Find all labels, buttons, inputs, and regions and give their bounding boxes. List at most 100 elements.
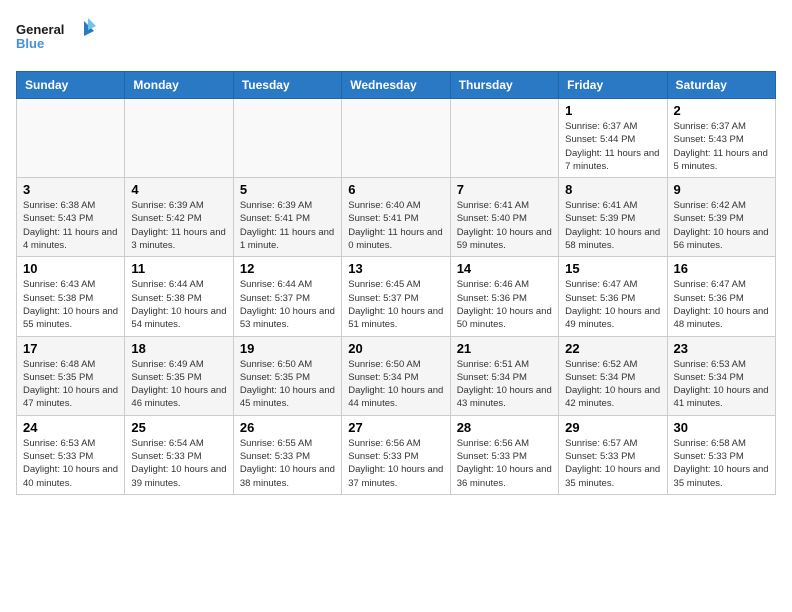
day-info: Sunrise: 6:50 AM Sunset: 5:35 PM Dayligh… (240, 358, 335, 411)
calendar-cell: 9 Sunrise: 6:42 AM Sunset: 5:39 PM Daylig… (667, 178, 775, 257)
day-info: Sunrise: 6:50 AM Sunset: 5:34 PM Dayligh… (348, 358, 443, 411)
day-info: Sunrise: 6:39 AM Sunset: 5:41 PM Dayligh… (240, 199, 335, 252)
calendar-cell: 29 Sunrise: 6:57 AM Sunset: 5:33 PM Dayli… (559, 415, 667, 494)
day-number: 26 (240, 420, 335, 435)
calendar-cell: 10 Sunrise: 6:43 AM Sunset: 5:38 PM Dayli… (17, 257, 125, 336)
day-number: 22 (565, 341, 660, 356)
day-info: Sunrise: 6:58 AM Sunset: 5:33 PM Dayligh… (674, 437, 769, 490)
calendar-cell: 5 Sunrise: 6:39 AM Sunset: 5:41 PM Daylig… (233, 178, 341, 257)
logo: General Blue (16, 16, 96, 61)
day-info: Sunrise: 6:47 AM Sunset: 5:36 PM Dayligh… (674, 278, 769, 331)
calendar-cell: 15 Sunrise: 6:47 AM Sunset: 5:36 PM Dayli… (559, 257, 667, 336)
logo-svg: General Blue (16, 16, 96, 61)
calendar-cell: 22 Sunrise: 6:52 AM Sunset: 5:34 PM Dayli… (559, 336, 667, 415)
calendar-cell: 17 Sunrise: 6:48 AM Sunset: 5:35 PM Dayli… (17, 336, 125, 415)
calendar-cell: 21Sunrise: 6:51 AM Sunset: 5:34 PM Dayli… (450, 336, 558, 415)
calendar-week-1: 3Sunrise: 6:38 AM Sunset: 5:43 PM Daylig… (17, 178, 776, 257)
day-number: 24 (23, 420, 118, 435)
calendar-week-3: 17 Sunrise: 6:48 AM Sunset: 5:35 PM Dayli… (17, 336, 776, 415)
day-info: Sunrise: 6:53 AM Sunset: 5:34 PM Dayligh… (674, 358, 769, 411)
day-number: 19 (240, 341, 335, 356)
day-info: Sunrise: 6:43 AM Sunset: 5:38 PM Dayligh… (23, 278, 118, 331)
day-info: Sunrise: 6:56 AM Sunset: 5:33 PM Dayligh… (348, 437, 443, 490)
calendar-cell: 6Sunrise: 6:40 AM Sunset: 5:41 PM Daylig… (342, 178, 450, 257)
calendar-header-row: SundayMondayTuesdayWednesdayThursdayFrid… (17, 72, 776, 99)
day-info: Sunrise: 6:38 AM Sunset: 5:43 PM Dayligh… (23, 199, 118, 252)
day-info: Sunrise: 6:41 AM Sunset: 5:40 PM Dayligh… (457, 199, 552, 252)
day-number: 13 (348, 261, 443, 276)
day-info: Sunrise: 6:53 AM Sunset: 5:33 PM Dayligh… (23, 437, 118, 490)
page-header: General Blue (16, 16, 776, 61)
day-info: Sunrise: 6:55 AM Sunset: 5:33 PM Dayligh… (240, 437, 335, 490)
calendar-cell: 3Sunrise: 6:38 AM Sunset: 5:43 PM Daylig… (17, 178, 125, 257)
calendar-week-4: 24 Sunrise: 6:53 AM Sunset: 5:33 PM Dayli… (17, 415, 776, 494)
day-info: Sunrise: 6:42 AM Sunset: 5:39 PM Dayligh… (674, 199, 769, 252)
day-info: Sunrise: 6:51 AM Sunset: 5:34 PM Dayligh… (457, 358, 552, 411)
day-number: 6 (348, 182, 443, 197)
calendar-cell: 23 Sunrise: 6:53 AM Sunset: 5:34 PM Dayli… (667, 336, 775, 415)
calendar-cell: 24 Sunrise: 6:53 AM Sunset: 5:33 PM Dayli… (17, 415, 125, 494)
day-number: 5 (240, 182, 335, 197)
day-info: Sunrise: 6:57 AM Sunset: 5:33 PM Dayligh… (565, 437, 660, 490)
calendar-table: SundayMondayTuesdayWednesdayThursdayFrid… (16, 71, 776, 495)
calendar-cell (233, 99, 341, 178)
day-header-tuesday: Tuesday (233, 72, 341, 99)
calendar-week-2: 10 Sunrise: 6:43 AM Sunset: 5:38 PM Dayli… (17, 257, 776, 336)
calendar-cell: 25 Sunrise: 6:54 AM Sunset: 5:33 PM Dayli… (125, 415, 233, 494)
calendar-cell: 30 Sunrise: 6:58 AM Sunset: 5:33 PM Dayli… (667, 415, 775, 494)
day-number: 12 (240, 261, 335, 276)
day-info: Sunrise: 6:44 AM Sunset: 5:38 PM Dayligh… (131, 278, 226, 331)
day-number: 20 (348, 341, 443, 356)
day-number: 25 (131, 420, 226, 435)
day-info: Sunrise: 6:48 AM Sunset: 5:35 PM Dayligh… (23, 358, 118, 411)
day-header-wednesday: Wednesday (342, 72, 450, 99)
day-number: 11 (131, 261, 226, 276)
calendar-cell: 12 Sunrise: 6:44 AM Sunset: 5:37 PM Dayli… (233, 257, 341, 336)
day-number: 16 (674, 261, 769, 276)
day-number: 2 (674, 103, 769, 118)
day-number: 4 (131, 182, 226, 197)
day-info: Sunrise: 6:44 AM Sunset: 5:37 PM Dayligh… (240, 278, 335, 331)
calendar-cell (17, 99, 125, 178)
day-info: Sunrise: 6:45 AM Sunset: 5:37 PM Dayligh… (348, 278, 443, 331)
day-number: 17 (23, 341, 118, 356)
day-number: 27 (348, 420, 443, 435)
day-number: 30 (674, 420, 769, 435)
calendar-cell: 7 Sunrise: 6:41 AM Sunset: 5:40 PM Daylig… (450, 178, 558, 257)
day-number: 1 (565, 103, 660, 118)
day-header-saturday: Saturday (667, 72, 775, 99)
day-number: 8 (565, 182, 660, 197)
day-number: 10 (23, 261, 118, 276)
calendar-cell (125, 99, 233, 178)
calendar-cell: 4Sunrise: 6:39 AM Sunset: 5:42 PM Daylig… (125, 178, 233, 257)
day-info: Sunrise: 6:41 AM Sunset: 5:39 PM Dayligh… (565, 199, 660, 252)
day-info: Sunrise: 6:54 AM Sunset: 5:33 PM Dayligh… (131, 437, 226, 490)
calendar-cell: 2Sunrise: 6:37 AM Sunset: 5:43 PM Daylig… (667, 99, 775, 178)
day-info: Sunrise: 6:46 AM Sunset: 5:36 PM Dayligh… (457, 278, 552, 331)
day-number: 18 (131, 341, 226, 356)
day-number: 7 (457, 182, 552, 197)
calendar-cell (450, 99, 558, 178)
calendar-cell: 11 Sunrise: 6:44 AM Sunset: 5:38 PM Dayli… (125, 257, 233, 336)
day-number: 9 (674, 182, 769, 197)
calendar-cell: 27 Sunrise: 6:56 AM Sunset: 5:33 PM Dayli… (342, 415, 450, 494)
day-info: Sunrise: 6:49 AM Sunset: 5:35 PM Dayligh… (131, 358, 226, 411)
day-info: Sunrise: 6:52 AM Sunset: 5:34 PM Dayligh… (565, 358, 660, 411)
calendar-cell: 8 Sunrise: 6:41 AM Sunset: 5:39 PM Daylig… (559, 178, 667, 257)
svg-text:General: General (16, 22, 64, 37)
day-header-friday: Friday (559, 72, 667, 99)
calendar-cell (342, 99, 450, 178)
calendar-cell: 1 Sunrise: 6:37 AM Sunset: 5:44 PM Daylig… (559, 99, 667, 178)
day-number: 15 (565, 261, 660, 276)
calendar-cell: 16 Sunrise: 6:47 AM Sunset: 5:36 PM Dayli… (667, 257, 775, 336)
day-number: 23 (674, 341, 769, 356)
day-header-thursday: Thursday (450, 72, 558, 99)
day-info: Sunrise: 6:47 AM Sunset: 5:36 PM Dayligh… (565, 278, 660, 331)
day-number: 29 (565, 420, 660, 435)
calendar-cell: 20 Sunrise: 6:50 AM Sunset: 5:34 PM Dayli… (342, 336, 450, 415)
day-number: 28 (457, 420, 552, 435)
day-header-sunday: Sunday (17, 72, 125, 99)
day-info: Sunrise: 6:37 AM Sunset: 5:44 PM Dayligh… (565, 120, 660, 173)
day-header-monday: Monday (125, 72, 233, 99)
calendar-cell: 13 Sunrise: 6:45 AM Sunset: 5:37 PM Dayli… (342, 257, 450, 336)
